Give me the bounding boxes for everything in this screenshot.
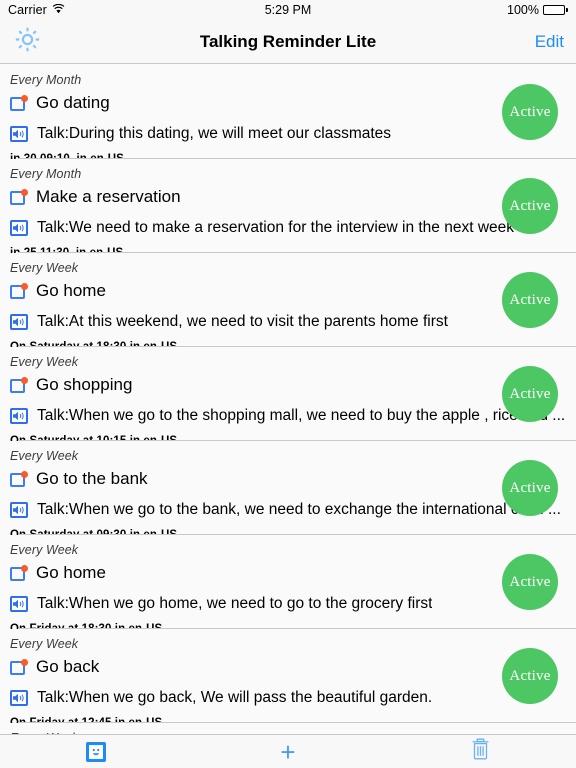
reminder-title: Make a reservation [36,187,181,206]
talk-text: Talk:When we go home, we need to go to t… [37,595,433,612]
talk-text: Talk:When we go back, We will pass the b… [37,689,433,706]
title-row: Go home [10,560,576,586]
recurrence-label: Every Week [10,543,79,557]
recurrence-label: Every Week [10,637,79,651]
recurrence-label: Every Month [10,73,82,87]
status-badge[interactable]: Active [502,84,558,140]
smiley-square-icon [86,741,106,762]
status-badge[interactable]: Active [502,272,558,328]
list-item[interactable]: Every Week Go home Talk:At this weekend,… [0,253,576,353]
reminder-square-icon [10,282,28,300]
talk-text: Talk:At this weekend, we need to visit t… [37,313,448,330]
talk-row: Talk:When we go to the shopping mall, we… [10,403,576,429]
status-bar-left: Carrier [8,3,65,17]
emoji-button[interactable] [0,741,192,762]
speaker-icon [10,314,28,330]
status-badge[interactable]: Active [502,178,558,234]
reminder-square-icon [10,94,28,112]
reminder-title: Go shopping [36,375,133,394]
speaker-icon [10,690,28,706]
reminder-square-icon [10,658,28,676]
title-row: Go shopping [10,372,576,398]
status-badge[interactable]: Active [502,554,558,610]
list-item[interactable]: Every Week Go shopping Talk:When we go t… [0,347,576,447]
speaker-icon [10,126,28,142]
wifi-icon [52,3,65,17]
recurrence-label: Every Week [10,449,79,463]
recurrence-label: Every Month [10,167,82,181]
battery-full-icon [543,5,568,15]
recurrence-label: Every Week [10,261,79,275]
speaker-icon [10,502,28,518]
reminder-title: Go to the bank [36,469,148,488]
reminder-square-icon [10,376,28,394]
speaker-icon [10,220,28,236]
list-item[interactable]: Every Week Go home Talk:When we go home,… [0,535,576,635]
add-button[interactable]: + [192,739,384,765]
talk-row: Talk:During this dating, we will meet ou… [10,121,576,147]
edit-button[interactable]: Edit [535,32,564,52]
reminder-title: Go back [36,657,100,676]
bottom-toolbar: + [0,734,576,768]
recurrence-label: Every Week [10,355,79,369]
status-bar: Carrier 5:29 PM 100% [0,0,576,20]
page-title: Talking Reminder Lite [199,31,377,51]
reminder-square-icon [10,188,28,206]
speaker-icon [10,596,28,612]
list-item[interactable]: Every Week Go to the bank Talk:When we g… [0,441,576,541]
talk-row: Talk:When we go back, We will pass the b… [10,685,576,711]
reminder-title: Go home [36,563,106,582]
list-item[interactable]: Every Week Active [0,723,576,734]
app-screen: Carrier 5:29 PM 100% Talking Reminder Li… [0,0,576,768]
clock-label: 5:29 PM [264,3,312,17]
status-bar-right: 100% [507,3,568,17]
talk-text: Talk:When we go to the shopping mall, we… [37,407,566,424]
speaker-icon [10,408,28,424]
reminder-title: Go home [36,281,106,300]
title-row: Go to the bank [10,466,576,492]
delete-button[interactable] [384,737,576,766]
reminder-square-icon [10,564,28,582]
status-badge[interactable]: Active [502,366,558,422]
title-row: Go home [10,278,576,304]
talk-row: Talk:At this weekend, we need to visit t… [10,309,576,335]
status-badge[interactable]: Active [502,460,558,516]
talk-row: Talk:We need to make a reservation for t… [10,215,576,241]
battery-percent-label: 100% [507,3,539,17]
gear-icon [14,26,41,58]
list-item[interactable]: Every Month Go dating Talk:During this d… [0,65,576,165]
carrier-label: Carrier [8,3,47,17]
talk-row: Talk:When we go to the bank, we need to … [10,497,576,523]
trash-icon [470,737,491,766]
list-item[interactable]: Every Week Go back Talk:When we go back,… [0,629,576,729]
talk-text: Talk:During this dating, we will meet ou… [37,125,392,142]
talk-text: Talk:When we go to the bank, we need to … [37,501,561,518]
title-row: Go back [10,654,576,680]
navigation-bar: Talking Reminder Lite Edit [0,20,576,64]
reminder-square-icon [10,470,28,488]
reminder-list[interactable]: Every Month Go dating Talk:During this d… [0,65,576,734]
talk-row: Talk:When we go home, we need to go to t… [10,591,576,617]
title-row: Go dating [10,90,576,116]
plus-icon: + [280,736,296,767]
title-row: Make a reservation [10,184,576,210]
settings-button[interactable] [14,26,41,58]
talk-text: Talk:We need to make a reservation for t… [37,219,515,236]
list-item[interactable]: Every Month Make a reservation Talk:We n… [0,159,576,259]
reminder-title: Go dating [36,93,110,112]
status-badge[interactable]: Active [502,648,558,704]
